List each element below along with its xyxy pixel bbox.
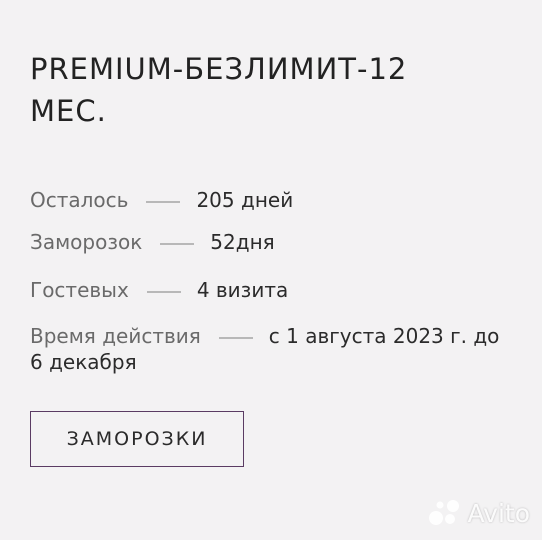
dash-separator	[146, 200, 181, 203]
guest-visits-value: 4 визита	[196, 278, 289, 302]
avito-wordmark: Avito	[467, 498, 530, 528]
freezes-label: Заморозок	[30, 230, 143, 254]
remaining-value: 205 дней	[196, 188, 294, 212]
remaining-label: Осталось	[30, 188, 129, 212]
dash-separator	[218, 336, 253, 339]
avito-watermark: Avito	[428, 498, 530, 528]
avito-logo-icon	[428, 498, 462, 528]
freezes-row: Заморозок 52дня	[30, 229, 510, 255]
dash-separator	[160, 242, 195, 245]
remaining-row: Осталось 205 дней	[30, 187, 510, 213]
freezes-button[interactable]: ЗАМОРОЗКИ	[30, 411, 244, 467]
subscription-info: Осталось 205 дней Заморозок 52дня Гостевых…	[30, 187, 510, 375]
guest-visits-label: Гостевых	[30, 278, 129, 302]
validity-row: Время действия с 1 августа 2023 г. до 6 д…	[30, 323, 510, 375]
subscription-title: PREMIUM-БЕЗЛИМИТ-12 МЕС.	[30, 52, 408, 128]
subscription-card: PREMIUM-БЕЗЛИМИТ-12 МЕС. Осталось 205 дне…	[30, 48, 510, 467]
validity-label: Время действия	[30, 324, 201, 348]
freezes-value: 52дня	[210, 230, 275, 254]
guest-visits-row: Гостевых 4 визита	[30, 277, 510, 303]
dash-separator	[146, 290, 181, 293]
